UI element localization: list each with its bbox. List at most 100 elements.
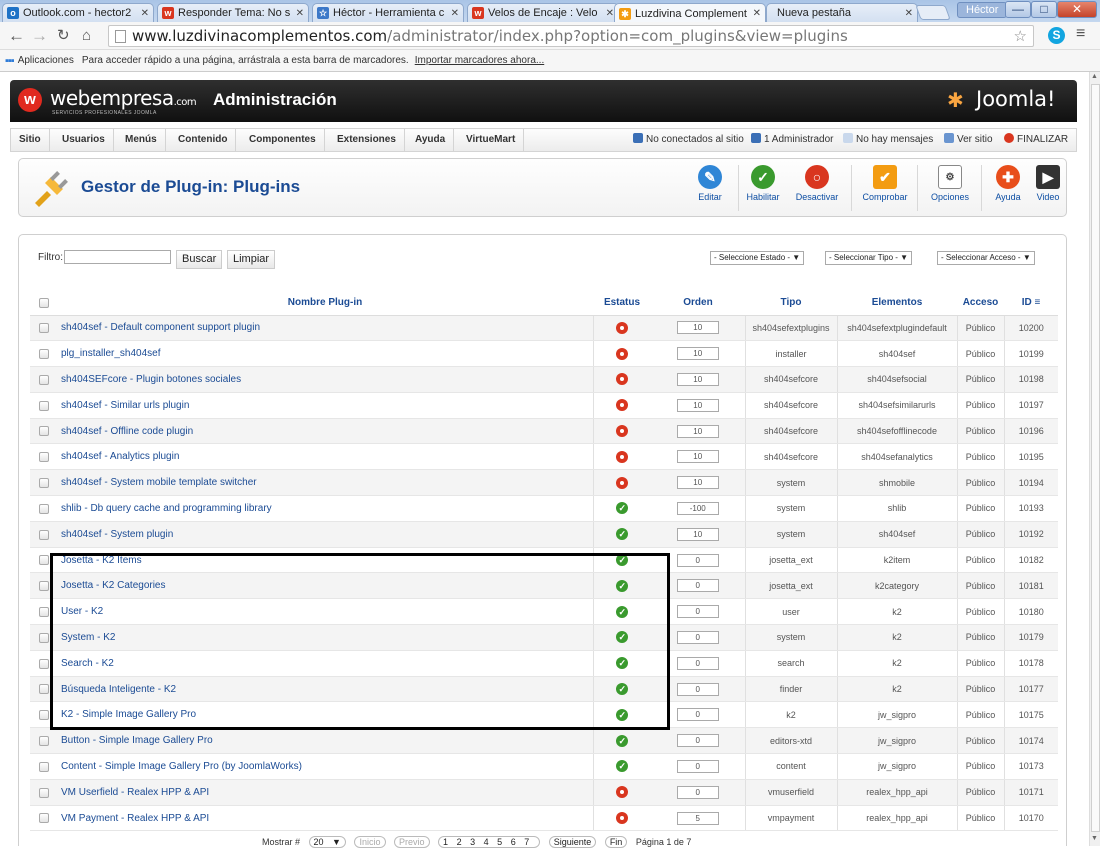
next-button[interactable]: Siguiente bbox=[548, 836, 597, 848]
order-input[interactable]: 10 bbox=[676, 347, 719, 361]
plugin-name-link[interactable]: K2 - Simple Image Gallery Pro bbox=[57, 701, 594, 729]
row-checkbox[interactable] bbox=[38, 632, 49, 643]
order-input[interactable]: 0 bbox=[676, 630, 719, 644]
reload-icon[interactable]: ↻ bbox=[57, 26, 70, 46]
address-bar[interactable]: www.luzdivinacomplementos.com/administra… bbox=[108, 25, 1034, 47]
state-select[interactable]: - Seleccione Estado - ▼ bbox=[710, 251, 805, 265]
access-header[interactable]: Acceso bbox=[957, 291, 1004, 316]
order-input[interactable]: 5 bbox=[676, 811, 719, 825]
row-checkbox[interactable] bbox=[38, 787, 49, 798]
plugin-name-link[interactable]: shlib - Db query cache and programming l… bbox=[57, 495, 594, 522]
enabled-status-icon[interactable]: ✓ bbox=[616, 734, 629, 747]
enabled-status-icon[interactable]: ✓ bbox=[616, 502, 629, 515]
menu-contenido[interactable]: Contenido bbox=[170, 129, 237, 151]
menu-componentes[interactable]: Componentes bbox=[241, 129, 325, 151]
menu-virtuemart[interactable]: VirtueMart bbox=[458, 129, 525, 151]
disabled-status-icon[interactable] bbox=[616, 373, 629, 386]
search-button[interactable]: Buscar bbox=[176, 250, 223, 269]
row-checkbox[interactable] bbox=[38, 400, 49, 411]
order-input[interactable]: 0 bbox=[676, 759, 719, 773]
clear-button[interactable]: Limpiar bbox=[227, 250, 276, 269]
row-checkbox[interactable] bbox=[38, 349, 49, 359]
options-button[interactable]: ⚙ Opciones bbox=[922, 165, 978, 202]
disable-button[interactable]: ○ Desactivar bbox=[789, 165, 845, 202]
disabled-status-icon[interactable] bbox=[616, 450, 629, 463]
order-header[interactable]: Orden bbox=[651, 291, 745, 316]
plugin-name-link[interactable]: sh404sef - Offline code plugin bbox=[57, 418, 594, 445]
browser-tab[interactable]: w Velos de Encaje : Velo ✕ bbox=[467, 3, 619, 22]
maximize-button[interactable]: □ bbox=[1031, 1, 1057, 18]
video-button[interactable]: ▶ Video bbox=[1020, 165, 1076, 202]
row-checkbox[interactable] bbox=[38, 503, 49, 514]
close-icon[interactable]: ✕ bbox=[296, 8, 304, 19]
row-checkbox[interactable] bbox=[38, 581, 49, 592]
check-in-button[interactable]: ✔ Comprobar bbox=[857, 165, 913, 202]
plugin-name-link[interactable]: sh404sef - Analytics plugin bbox=[57, 443, 594, 471]
window-close-button[interactable]: ✕ bbox=[1057, 1, 1097, 18]
browser-tab[interactable]: w Responder Tema: No s ✕ bbox=[157, 3, 309, 22]
order-input[interactable]: 0 bbox=[676, 785, 719, 799]
skype-icon[interactable]: S bbox=[1048, 27, 1065, 44]
plugin-name-link[interactable]: sh404sef - Default component support plu… bbox=[57, 315, 594, 342]
disabled-status-icon[interactable] bbox=[616, 812, 629, 825]
plugin-name-link[interactable]: sh404sef - System mobile template switch… bbox=[57, 469, 594, 497]
plugin-name-link[interactable]: Josetta - K2 Categories bbox=[57, 572, 594, 600]
scroll-down-icon[interactable]: ▼ bbox=[1091, 835, 1098, 842]
row-checkbox[interactable] bbox=[38, 735, 49, 746]
browser-tab[interactable]: ☆ Héctor - Herramienta c ✕ bbox=[312, 3, 464, 22]
plugin-name-link[interactable]: User - K2 bbox=[57, 598, 594, 626]
prev-button[interactable]: Previo bbox=[394, 836, 430, 848]
bookmark-star-icon[interactable]: ☆ bbox=[1014, 27, 1027, 45]
plugin-name-link[interactable]: VM Payment - Realex HPP & API bbox=[57, 805, 594, 832]
order-input[interactable]: 0 bbox=[676, 734, 719, 748]
menu-ayuda[interactable]: Ayuda bbox=[407, 129, 455, 151]
messages-status[interactable]: No hay mensajes bbox=[843, 129, 933, 151]
enable-button[interactable]: ✓ Habilitar bbox=[735, 165, 791, 202]
browser-tab[interactable]: Nueva pestaña ✕ bbox=[766, 3, 918, 22]
menu-extensiones[interactable]: Extensiones bbox=[329, 129, 405, 151]
enabled-status-icon[interactable]: ✓ bbox=[616, 528, 629, 541]
row-checkbox[interactable] bbox=[38, 606, 49, 617]
plugin-name-link[interactable]: sh404sef - Similar urls plugin bbox=[57, 392, 594, 419]
order-input[interactable]: 10 bbox=[676, 398, 719, 412]
row-checkbox[interactable] bbox=[38, 813, 49, 824]
row-checkbox[interactable] bbox=[38, 684, 49, 695]
search-input[interactable] bbox=[64, 250, 171, 264]
apps-icon[interactable]: ▪▪▪ bbox=[5, 55, 15, 67]
enabled-status-icon[interactable]: ✓ bbox=[616, 683, 629, 696]
menu-usuarios[interactable]: Usuarios bbox=[54, 129, 114, 151]
close-icon[interactable]: ✕ bbox=[141, 8, 149, 19]
order-input[interactable]: 0 bbox=[676, 682, 719, 696]
plugin-name-link[interactable]: sh404sef - System plugin bbox=[57, 521, 594, 548]
show-select[interactable]: 20 ▼ bbox=[308, 836, 346, 848]
browser-menu-icon[interactable]: ≡ bbox=[1076, 25, 1085, 43]
disabled-status-icon[interactable] bbox=[616, 425, 629, 438]
row-checkbox[interactable] bbox=[38, 658, 49, 669]
close-icon[interactable]: ✕ bbox=[451, 8, 459, 19]
disabled-status-icon[interactable] bbox=[616, 347, 629, 360]
plugin-name-link[interactable]: Search - K2 bbox=[57, 650, 594, 677]
row-checkbox[interactable] bbox=[38, 426, 49, 437]
plugin-name-link[interactable]: VM Userfield - Realex HPP & API bbox=[57, 779, 594, 806]
order-input[interactable]: 0 bbox=[676, 656, 719, 670]
enabled-status-icon[interactable]: ✓ bbox=[616, 631, 629, 644]
forward-icon[interactable]: → bbox=[31, 26, 48, 46]
row-checkbox[interactable] bbox=[38, 761, 49, 772]
view-site-link[interactable]: Ver sitio bbox=[944, 129, 993, 151]
close-icon[interactable]: ✕ bbox=[753, 8, 761, 19]
type-header[interactable]: Tipo bbox=[745, 291, 837, 316]
order-input[interactable]: 10 bbox=[676, 527, 719, 541]
browser-tab[interactable]: o Outlook.com - hector2 ✕ bbox=[2, 3, 154, 22]
type-select[interactable]: - Seleccionar Tipo - ▼ bbox=[825, 251, 913, 265]
plugin-name-link[interactable]: Búsqueda Inteligente - K2 bbox=[57, 676, 594, 703]
disabled-status-icon[interactable] bbox=[616, 786, 629, 799]
enabled-status-icon[interactable]: ✓ bbox=[616, 760, 629, 773]
back-icon[interactable]: ← bbox=[8, 26, 25, 46]
edit-button[interactable]: ✎ Editar bbox=[682, 165, 738, 202]
order-input[interactable]: 0 bbox=[676, 579, 719, 593]
order-input[interactable]: 10 bbox=[676, 424, 719, 438]
disabled-status-icon[interactable] bbox=[616, 321, 629, 334]
order-input[interactable]: -100 bbox=[676, 501, 719, 515]
enabled-status-icon[interactable]: ✓ bbox=[616, 554, 629, 567]
row-checkbox[interactable] bbox=[38, 555, 49, 566]
